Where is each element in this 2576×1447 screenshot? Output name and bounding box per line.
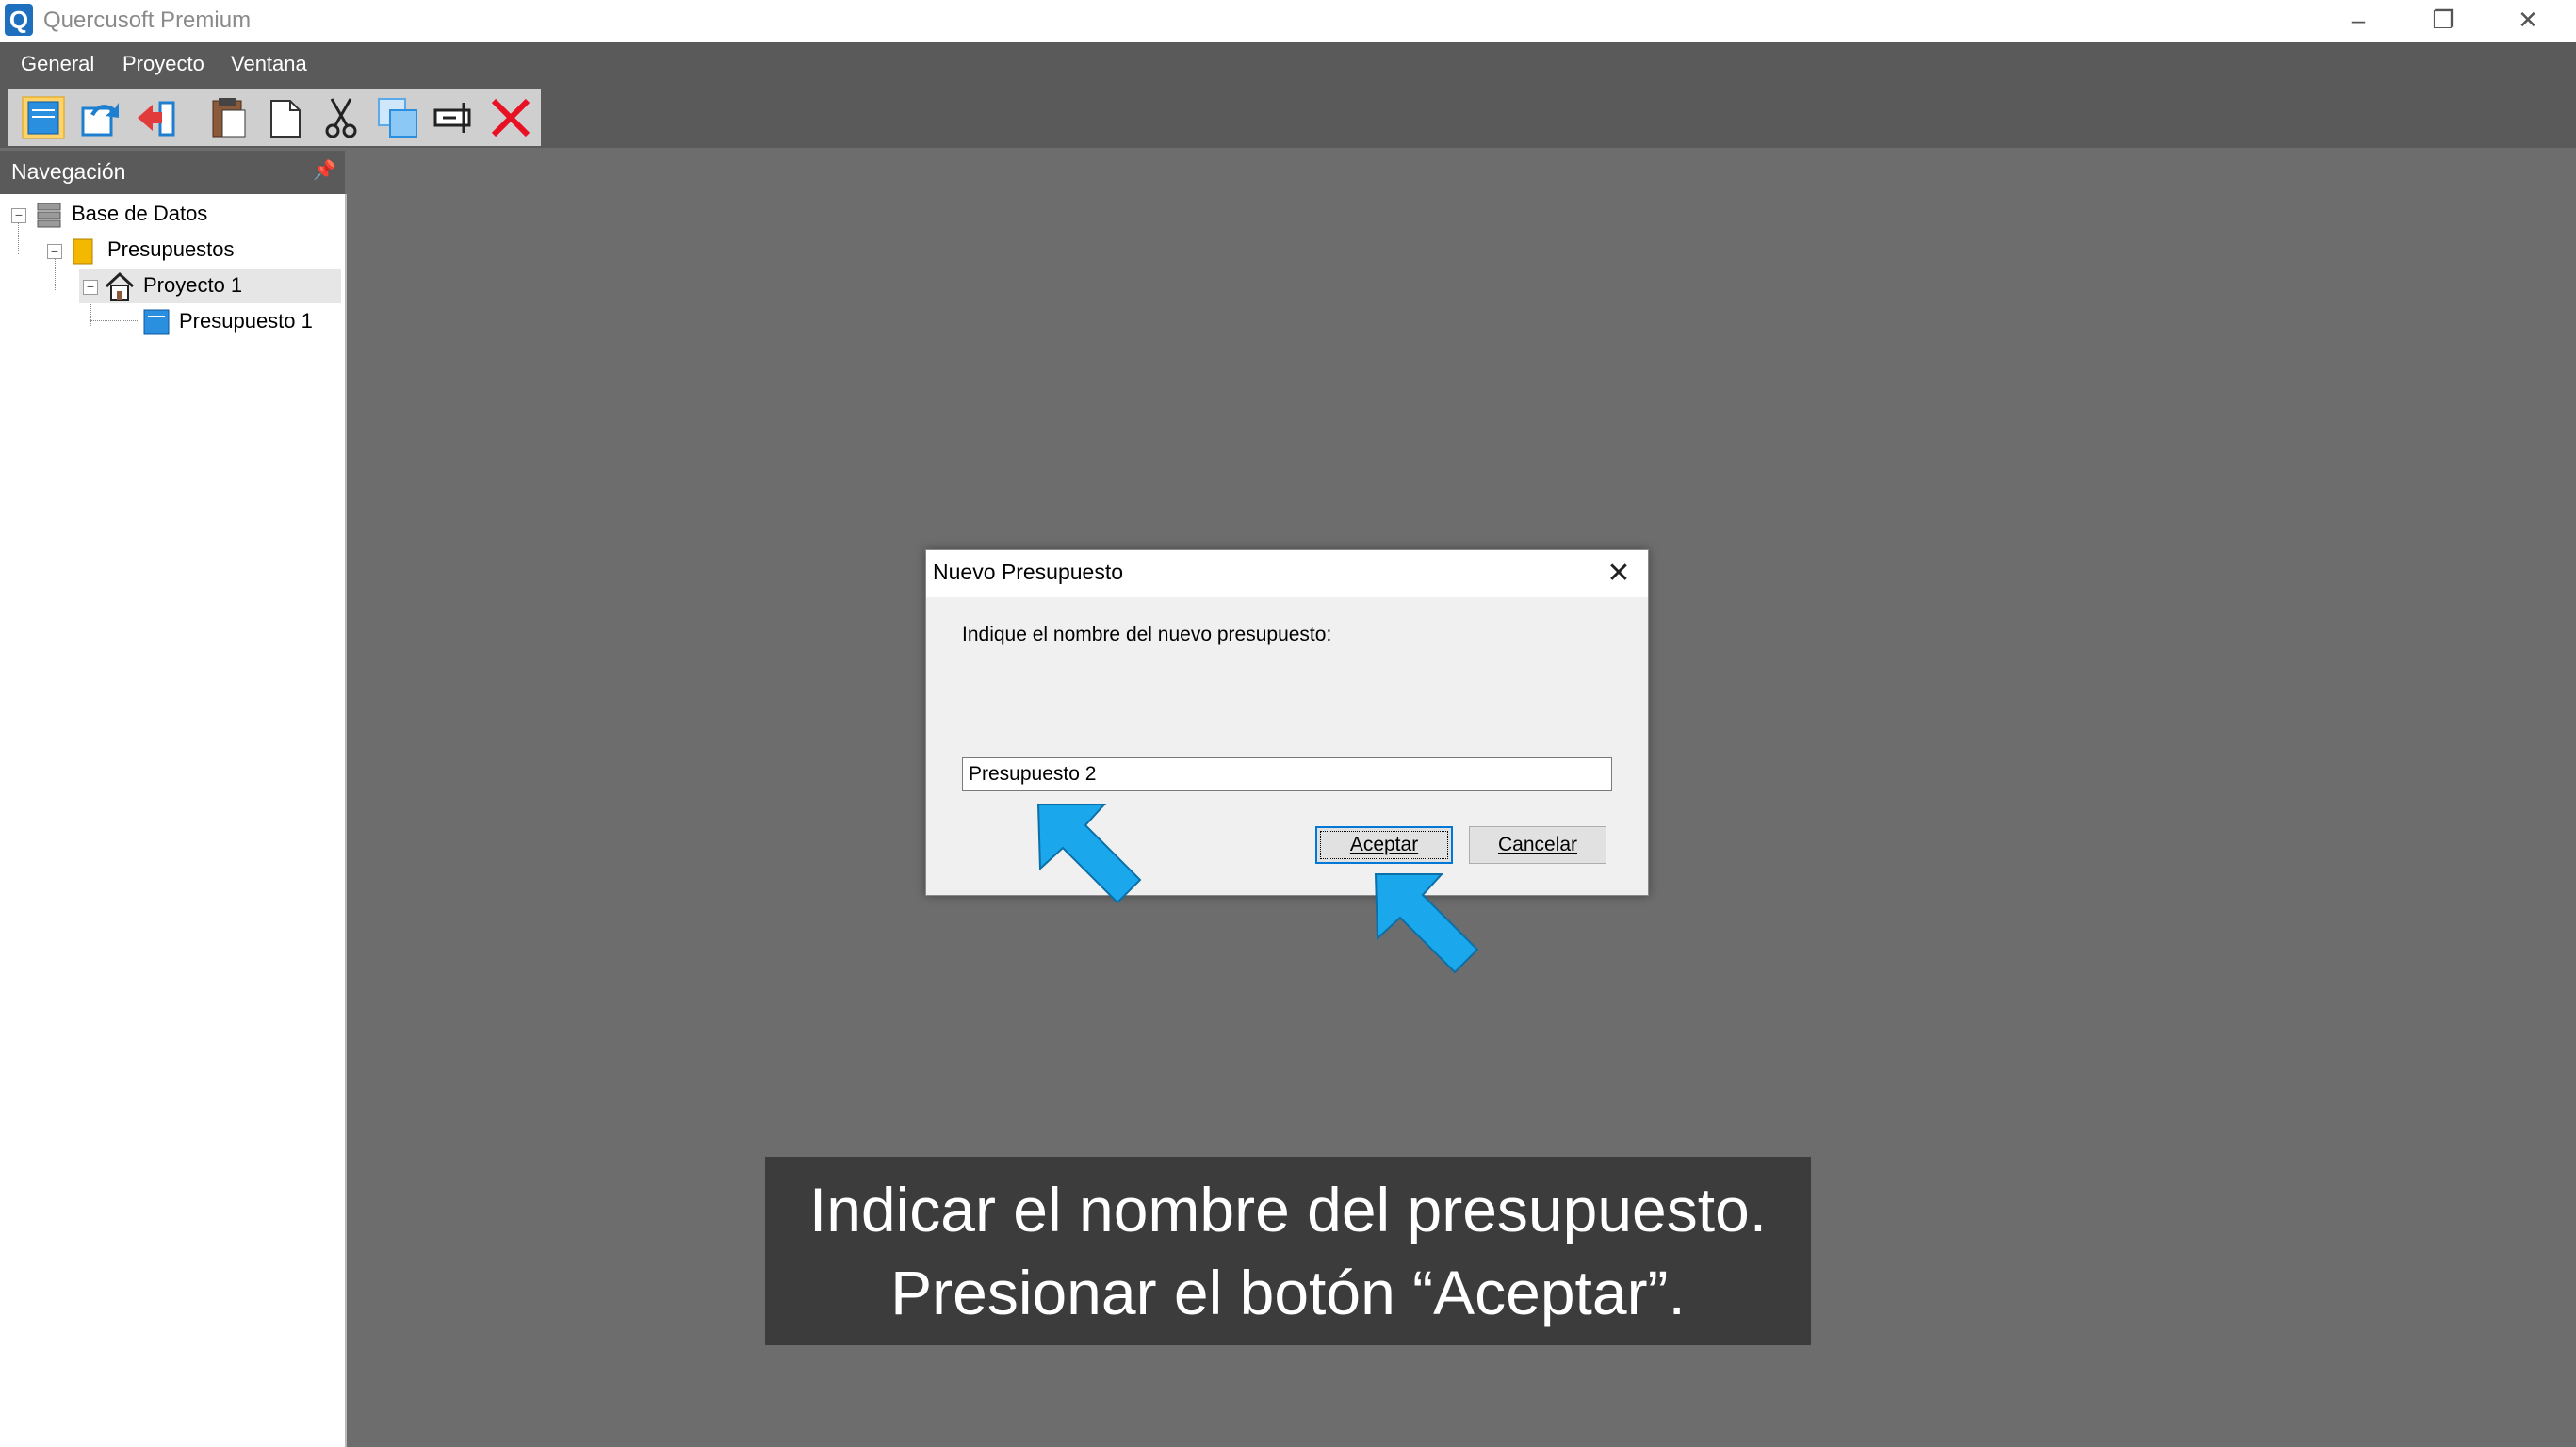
collapse-toggle[interactable]: − [83, 280, 98, 295]
minimize-icon[interactable]: – [2316, 0, 2401, 42]
navigation-header: Navegación 📌 [0, 151, 345, 194]
budget-icon [143, 309, 170, 335]
close-window-icon[interactable]: ✕ [2486, 0, 2570, 42]
tree-item-project[interactable]: − Proyecto 1 [79, 269, 341, 303]
duplicate-icon[interactable] [375, 95, 420, 140]
window-title: Quercusoft Premium [43, 8, 252, 33]
tree-item-budget[interactable]: Presupuesto 1 [138, 305, 337, 339]
tree-line [90, 320, 138, 321]
paste-icon[interactable] [205, 95, 251, 140]
copy-page-icon[interactable] [262, 95, 307, 140]
rename-icon[interactable] [432, 95, 477, 140]
title-bar: Q Quercusoft Premium – ❐ ✕ [0, 0, 2576, 42]
navigation-title: Navegación [11, 159, 126, 184]
tree-item-budgets[interactable]: − Presupuestos [43, 234, 337, 268]
pointer-arrow-icon [1036, 804, 1142, 904]
folder-icon [73, 238, 93, 265]
restore-icon[interactable]: ❐ [2401, 0, 2486, 42]
menu-proyecto[interactable]: Proyecto [122, 52, 204, 76]
close-icon[interactable]: ✕ [1597, 554, 1640, 593]
collapse-toggle[interactable]: − [11, 208, 26, 223]
undo-icon[interactable] [77, 95, 122, 140]
caption-line-2: Presionar el botón “Aceptar”. [890, 1258, 1686, 1327]
tree-label-project: Proyecto 1 [143, 273, 243, 297]
new-budget-dialog: Nuevo Presupuesto ✕ Indique el nombre de… [925, 549, 1649, 896]
dialog-titlebar: Nuevo Presupuesto ✕ [926, 550, 1648, 597]
toolbar [8, 89, 541, 146]
delete-icon[interactable] [488, 95, 533, 140]
caption-line-1: Indicar el nombre del presupuesto. [808, 1175, 1768, 1244]
accept-button[interactable]: Aceptar [1315, 826, 1453, 864]
app-logo-icon: Q [5, 4, 33, 36]
new-budget-icon[interactable] [21, 95, 66, 140]
dialog-title: Nuevo Presupuesto [933, 560, 1124, 584]
navigation-panel: − Base de Datos − Presupuestos − Proyect… [0, 194, 347, 1447]
menu-general[interactable]: General [21, 52, 94, 76]
database-icon [37, 203, 61, 228]
house-icon [105, 271, 135, 301]
cancel-button[interactable]: Cancelar [1469, 826, 1606, 864]
tree-label-budgets: Presupuestos [107, 237, 235, 261]
cut-icon[interactable] [318, 95, 364, 140]
pin-icon[interactable]: 📌 [313, 158, 336, 182]
pointer-arrow-icon [1374, 873, 1479, 974]
collapse-toggle[interactable]: − [47, 244, 62, 259]
dialog-prompt: Indique el nombre del nuevo presupuesto: [962, 624, 1332, 645]
menu-ventana[interactable]: Ventana [231, 52, 307, 76]
tree-label-budget: Presupuesto 1 [179, 309, 313, 333]
budget-name-input[interactable] [962, 757, 1612, 791]
import-icon[interactable] [134, 95, 179, 140]
instruction-caption: Indicar el nombre del presupuesto. Presi… [765, 1157, 1811, 1345]
tree-label-database: Base de Datos [72, 202, 208, 225]
tree-item-database[interactable]: − Base de Datos [8, 198, 337, 232]
